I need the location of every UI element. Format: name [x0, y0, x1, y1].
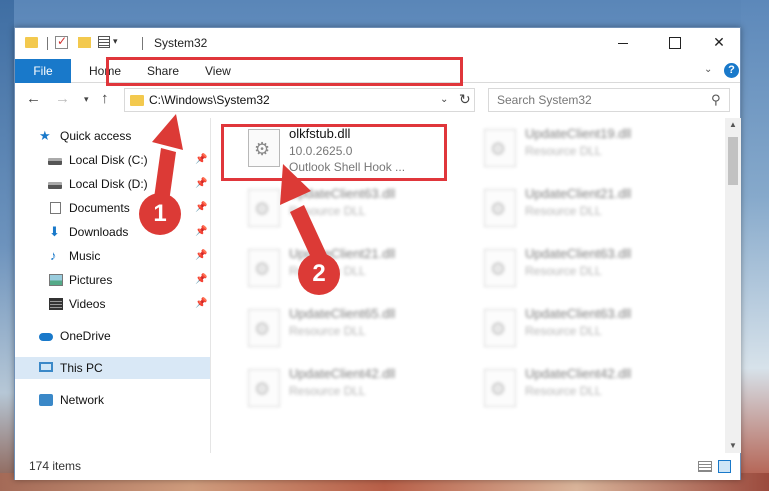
- arrow-2-head: [280, 164, 311, 205]
- annotation-arrows: [152, 114, 327, 262]
- step-badge-2: 2: [298, 253, 340, 295]
- step-badge-1: 1: [139, 193, 181, 235]
- arrow-1-head: [152, 114, 183, 150]
